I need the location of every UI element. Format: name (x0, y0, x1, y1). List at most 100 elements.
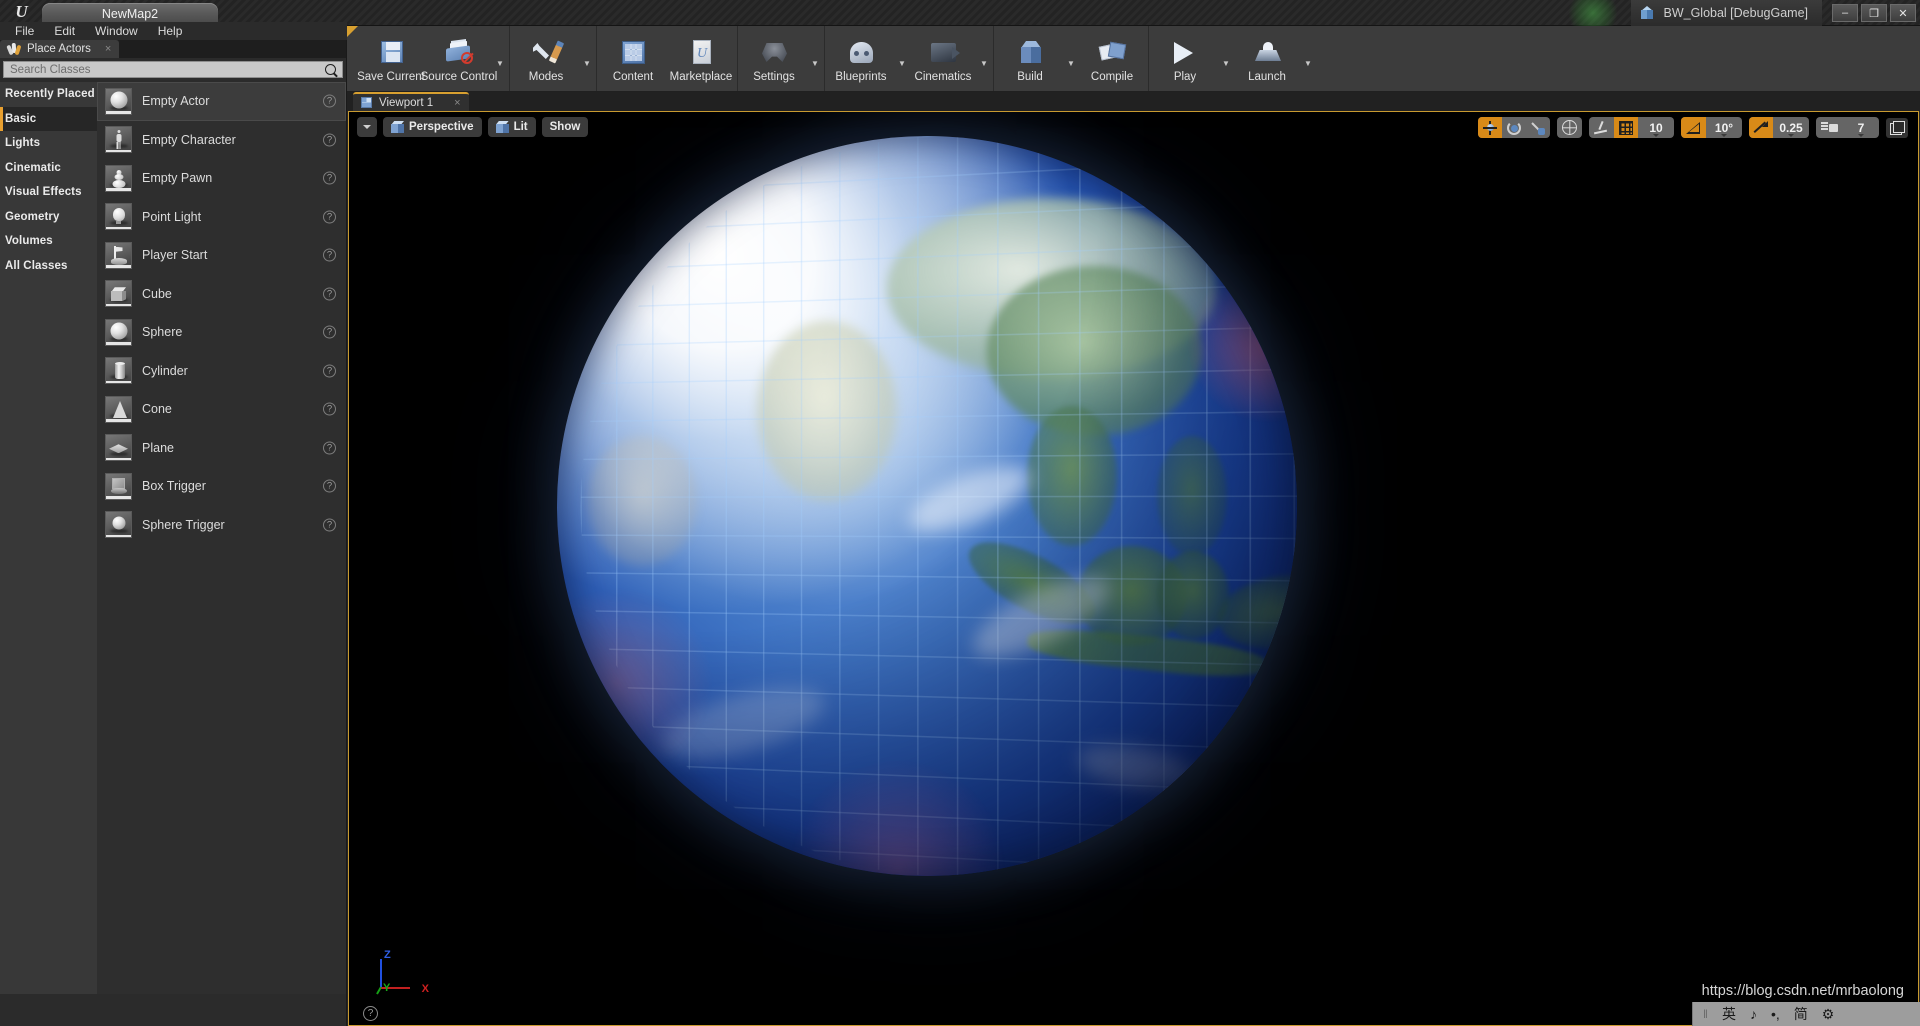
help-icon[interactable]: ? (323, 402, 336, 416)
menu-item-edit[interactable]: Edit (45, 22, 84, 40)
viewport-render-area[interactable]: Perspective Lit Show 10 10° 0.25 7 Z X Y… (349, 112, 1918, 1025)
list-item[interactable]: Box Trigger ? (97, 467, 346, 506)
help-icon[interactable]: ? (323, 325, 336, 339)
ime-dot-button[interactable]: •, (1771, 1006, 1780, 1022)
help-icon[interactable]: ? (323, 210, 336, 224)
menu-item-window[interactable]: Window (86, 22, 147, 40)
cinematics-label: Cinematics (914, 71, 972, 83)
session-tab[interactable]: BW_Global [DebugGame] (1631, 0, 1822, 26)
minimize-button[interactable]: – (1832, 4, 1858, 22)
view-mode-button[interactable]: Perspective (383, 117, 482, 137)
ime-mode-button[interactable]: 简 (1794, 1004, 1808, 1024)
help-icon[interactable]: ? (323, 171, 336, 185)
compile-button[interactable]: Compile (1078, 26, 1146, 91)
source-control-button[interactable]: Source Control (421, 26, 497, 91)
settings-dropdown-icon[interactable]: ▼ (808, 26, 822, 91)
scale-snap-icon[interactable] (1749, 117, 1773, 138)
help-icon[interactable]: ? (323, 518, 336, 532)
tab-viewport-1[interactable]: Viewport 1 × (353, 92, 469, 111)
actor-list[interactable]: Empty Actor ? Empty Character ? Empty Pa… (97, 82, 346, 994)
modes-button[interactable]: Modes (512, 26, 580, 91)
list-item[interactable]: Empty Actor ? (97, 82, 346, 121)
list-item[interactable]: Empty Pawn ? (97, 159, 346, 198)
sidebar-item-visual-effects[interactable]: Visual Effects (0, 180, 97, 205)
help-icon[interactable]: ? (323, 364, 336, 378)
ime-punctuation-button[interactable]: ♪ (1750, 1006, 1757, 1022)
cinematics-dropdown-icon[interactable]: ▼ (977, 26, 991, 91)
angle-snap-value[interactable]: 10° (1706, 117, 1742, 138)
list-item[interactable]: Sphere Trigger ? (97, 506, 346, 545)
scale-snap-value[interactable]: 0.25 (1773, 117, 1809, 138)
show-menu-button[interactable]: Show (541, 117, 589, 137)
viewport-options-menu-button[interactable] (357, 117, 377, 137)
sidebar-item-recently-placed[interactable]: Recently Placed (0, 82, 97, 107)
viewport-layout-icon[interactable] (1886, 117, 1908, 138)
sidebar-item-cinematic[interactable]: Cinematic (0, 156, 97, 181)
build-button[interactable]: Build (996, 26, 1064, 91)
ime-language-button[interactable]: 英 (1722, 1004, 1736, 1024)
blueprints-dropdown-icon[interactable]: ▼ (895, 26, 909, 91)
cube-thumb-icon (105, 280, 132, 308)
build-dropdown-icon[interactable]: ▼ (1064, 26, 1078, 91)
grid-snap-value[interactable]: 10 (1638, 117, 1674, 138)
angle-snap-group: 10° (1681, 117, 1742, 138)
sidebar-item-geometry[interactable]: Geometry (0, 205, 97, 230)
level-viewport[interactable]: Perspective Lit Show 10 10° 0.25 7 Z X Y… (348, 111, 1919, 1026)
tab-place-actors[interactable]: Place Actors × (0, 40, 120, 58)
lit-mode-button[interactable]: Lit (487, 117, 536, 137)
save-current-button[interactable]: Save Current (357, 26, 425, 91)
ime-drag-handle[interactable]: ‖ (1703, 1007, 1708, 1021)
source-control-dropdown-icon[interactable]: ▼ (493, 26, 507, 91)
sidebar-item-lights[interactable]: Lights (0, 131, 97, 156)
camera-speed-value[interactable]: 7 (1843, 117, 1879, 138)
marketplace-button[interactable]: Marketplace (667, 26, 735, 91)
list-item[interactable]: Cone ? (97, 390, 346, 429)
scale-gizmo-icon[interactable] (1526, 117, 1550, 138)
list-item[interactable]: Player Start ? (97, 236, 346, 275)
cinematics-button[interactable]: Cinematics (909, 26, 977, 91)
ime-language-bar[interactable]: ‖ 英 ♪ •, 简 ⚙ (1692, 1002, 1920, 1026)
settings-button[interactable]: Settings (740, 26, 808, 91)
maximize-button[interactable]: ❐ (1861, 4, 1887, 22)
close-button[interactable]: ✕ (1890, 4, 1916, 22)
play-dropdown-icon[interactable]: ▼ (1219, 26, 1233, 91)
help-icon[interactable]: ? (323, 479, 336, 493)
launch-dropdown-icon[interactable]: ▼ (1301, 26, 1315, 91)
menu-item-file[interactable]: File (6, 22, 43, 40)
angle-snap-icon[interactable] (1681, 117, 1706, 138)
search-input[interactable] (10, 63, 325, 76)
list-item[interactable]: Point Light ? (97, 198, 346, 237)
list-item[interactable]: Cube ? (97, 275, 346, 314)
surface-snap-icon[interactable] (1589, 117, 1614, 138)
grid-snap-icon[interactable] (1614, 117, 1638, 138)
viewport-help-icon[interactable]: ? (363, 1006, 378, 1021)
close-icon[interactable]: × (105, 43, 111, 55)
help-icon[interactable]: ? (323, 287, 336, 301)
modes-dropdown-icon[interactable]: ▼ (580, 26, 594, 91)
content-button[interactable]: Content (599, 26, 667, 91)
move-gizmo-icon[interactable] (1478, 117, 1502, 138)
blueprints-button[interactable]: Blueprints (827, 26, 895, 91)
content-label: Content (612, 71, 654, 83)
camera-speed-icon[interactable] (1816, 117, 1843, 138)
sidebar-item-volumes[interactable]: Volumes (0, 229, 97, 254)
help-icon[interactable]: ? (323, 441, 336, 455)
search-classes-box[interactable] (3, 61, 343, 78)
menu-item-help[interactable]: Help (149, 22, 192, 40)
launch-button[interactable]: Launch (1233, 26, 1301, 91)
sidebar-item-basic[interactable]: Basic (0, 106, 97, 131)
list-item[interactable]: Cylinder ? (97, 352, 346, 391)
list-item[interactable]: Empty Character ? (97, 121, 346, 160)
ime-settings-icon[interactable]: ⚙ (1822, 1006, 1835, 1023)
help-icon[interactable]: ? (323, 94, 336, 108)
list-item[interactable]: Plane ? (97, 429, 346, 468)
lit-mode-label: Lit (513, 121, 528, 133)
close-icon[interactable]: × (454, 97, 460, 109)
world-globe-icon[interactable] (1557, 117, 1582, 138)
sidebar-item-all-classes[interactable]: All Classes (0, 254, 97, 279)
help-icon[interactable]: ? (323, 133, 336, 147)
list-item[interactable]: Sphere ? (97, 313, 346, 352)
rotate-gizmo-icon[interactable] (1502, 117, 1526, 138)
help-icon[interactable]: ? (323, 248, 336, 262)
play-button[interactable]: Play (1151, 26, 1219, 91)
